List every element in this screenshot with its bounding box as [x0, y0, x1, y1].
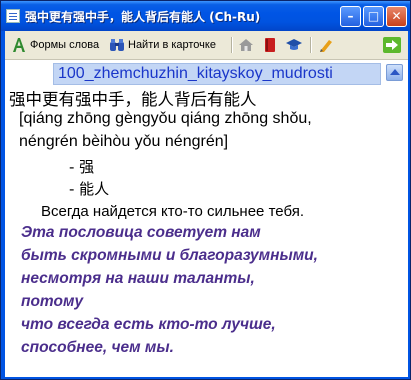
dictionary-card-window: 强中更有强中手，能人背后有能人 (Ch-Ru) – □ ✕ Формы слов… [0, 0, 411, 380]
edit-button[interactable] [318, 35, 337, 55]
pinyin-line-2: néngrén bèihòu yǒu néngrén] [19, 133, 229, 150]
comment-line: способнее, чем мы. [21, 339, 174, 356]
next-button[interactable] [383, 35, 402, 55]
study-button[interactable] [286, 35, 305, 55]
comment-line: что всегда есть кто-то лучше, [21, 316, 276, 333]
pen-icon [318, 37, 334, 53]
comment-line: быть скромными и благоразумными, [21, 247, 318, 264]
maximize-button[interactable]: □ [363, 6, 384, 27]
component-link-2[interactable]: - 能人 [69, 178, 109, 199]
find-in-card-label: Найти в карточке [128, 39, 216, 51]
component-link-1[interactable]: - 强 [69, 156, 94, 177]
word-forms-label: Формы слова [30, 39, 100, 51]
binoculars-icon [109, 37, 125, 53]
book-icon [262, 37, 278, 53]
pinyin-line-1: [qiáng zhōng gèngyǒu qiáng zhōng shǒu, [19, 110, 312, 127]
toolbar: Формы слова Найти в карточке [5, 31, 408, 60]
word-forms-button[interactable]: Формы слова [11, 35, 99, 55]
toolbar-separator [231, 37, 233, 53]
close-button[interactable]: ✕ [386, 6, 407, 27]
forward-arrow-icon [383, 37, 401, 54]
window-title: 强中更有强中手，能人背后有能人 (Ch-Ru) [25, 10, 261, 24]
title-bar[interactable]: 强中更有强中手，能人背后有能人 (Ch-Ru) – □ ✕ [1, 1, 410, 31]
comment-line: потому [21, 293, 84, 310]
minimize-button[interactable]: – [340, 6, 361, 27]
source-link-box: 100_zhemchuzhin_kitayskoy_mudrosti [53, 63, 381, 85]
find-in-card-button[interactable]: Найти в карточке [109, 35, 216, 55]
comment-line: несмотря на наши таланты, [21, 270, 255, 287]
app-icon[interactable] [6, 9, 20, 23]
translation: Всегда найдется кто-то сильнее тебя. [41, 203, 304, 220]
toolbar-separator [310, 37, 312, 53]
home-icon [238, 37, 254, 53]
scroll-up-button[interactable] [386, 64, 403, 81]
graduation-cap-icon [286, 37, 302, 53]
comment-line: Эта пословица советует нам [21, 224, 261, 241]
dictionary-source-link[interactable]: 100_zhemchuzhin_kitayskoy_mudrosti [58, 65, 333, 83]
home-button[interactable] [238, 35, 257, 55]
word-forms-icon [11, 37, 27, 53]
dictionary-button[interactable] [262, 35, 281, 55]
headword: 强中更有强中手，能人背后有能人 [9, 90, 257, 109]
card-content: 100_zhemchuzhin_kitayskoy_mudrosti 强中更有强… [5, 60, 408, 377]
